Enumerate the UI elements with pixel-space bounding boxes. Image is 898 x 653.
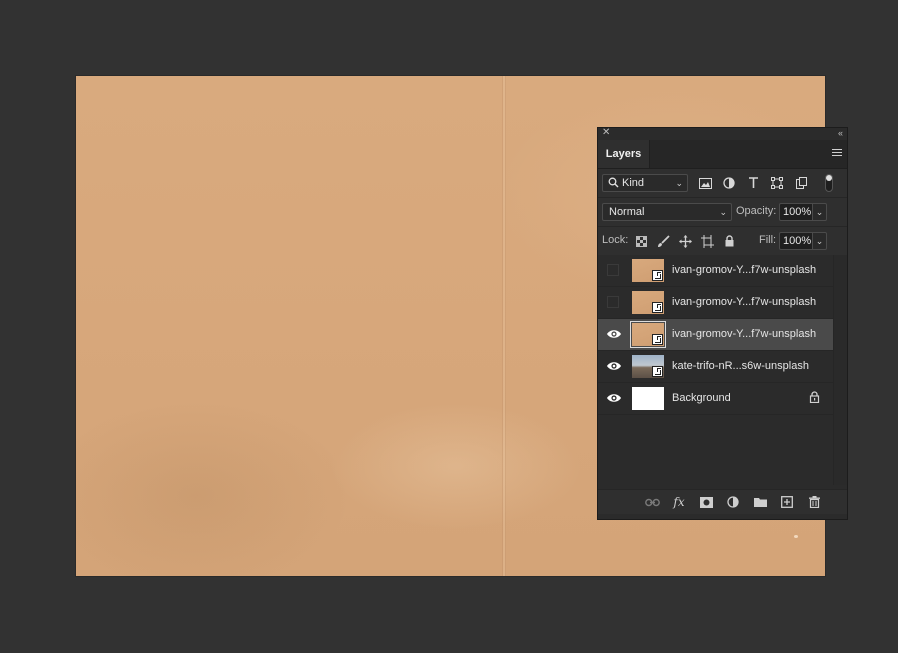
- lock-icon: [809, 391, 820, 403]
- lock-label: Lock:: [602, 234, 629, 246]
- layer-name[interactable]: kate-trifo-nR...s6w-unsplash: [672, 360, 809, 372]
- fill-input[interactable]: 100%: [779, 232, 813, 250]
- lock-position-icon[interactable]: [677, 233, 693, 249]
- layer-thumbnail: [632, 355, 664, 378]
- layer-row[interactable]: ivan-gromov-Y...f7w-unsplash: [598, 287, 834, 319]
- visibility-toggle[interactable]: [607, 264, 619, 276]
- layer-row[interactable]: ivan-gromov-Y...f7w-unsplash: [598, 255, 834, 287]
- layer-thumbnail: [632, 259, 664, 282]
- add-mask-icon[interactable]: [698, 494, 714, 510]
- layers-scrollbar[interactable]: [833, 255, 847, 485]
- opacity-input[interactable]: 100%: [779, 203, 813, 221]
- layer-thumbnail: [632, 291, 664, 314]
- smart-object-badge-icon: [652, 366, 663, 377]
- lock-all-icon[interactable]: [721, 233, 737, 249]
- layer-name[interactable]: ivan-gromov-Y...f7w-unsplash: [672, 296, 816, 308]
- layer-thumbnail: [630, 321, 666, 348]
- chevron-down-icon: ⌄: [675, 178, 683, 188]
- blend-mode-select[interactable]: Normal ⌄: [602, 203, 732, 221]
- fill-label: Fill:: [759, 234, 777, 246]
- tab-layers[interactable]: Layers: [598, 140, 650, 168]
- visibility-toggle[interactable]: [607, 296, 619, 308]
- collapse-icon[interactable]: ‹‹: [838, 127, 843, 139]
- filter-row: Kind ⌄: [598, 169, 847, 198]
- smart-object-badge-icon: [652, 302, 663, 313]
- layers-list: ivan-gromov-Y...f7w-unsplash ivan-gromov…: [598, 255, 834, 485]
- new-adjustment-layer-icon[interactable]: [725, 494, 741, 510]
- new-layer-icon[interactable]: [779, 494, 795, 510]
- filter-kind-select[interactable]: Kind ⌄: [602, 174, 688, 192]
- layer-name[interactable]: Background: [672, 392, 731, 404]
- chevron-down-icon: ⌄: [719, 207, 727, 217]
- panel-menu-icon[interactable]: [832, 149, 842, 158]
- layers-panel: ✕ ‹‹ Layers Kind ⌄ Normal ⌄ Opacity: 100…: [597, 127, 848, 520]
- layers-bottom-toolbar: fx: [598, 489, 847, 514]
- panel-topbar: ✕ ‹‹: [598, 127, 847, 140]
- fx-icon[interactable]: fx: [671, 494, 687, 510]
- eye-icon[interactable]: [606, 327, 622, 341]
- trash-icon[interactable]: [806, 494, 822, 510]
- fill-chevron-icon[interactable]: ⌄: [813, 232, 827, 250]
- eye-icon[interactable]: [606, 359, 622, 373]
- filter-toggle-switch[interactable]: [825, 174, 833, 192]
- close-icon[interactable]: ✕: [602, 127, 610, 139]
- search-icon: [608, 177, 619, 188]
- layer-row-selected[interactable]: ivan-gromov-Y...f7w-unsplash: [598, 319, 834, 351]
- link-layers-icon[interactable]: [644, 494, 660, 510]
- lock-artboard-icon[interactable]: [699, 233, 715, 249]
- smart-object-badge-icon: [652, 270, 663, 281]
- blend-mode-value: Normal: [609, 206, 645, 218]
- opacity-label: Opacity:: [736, 205, 777, 217]
- image-filter-icon[interactable]: [696, 175, 714, 191]
- shape-filter-icon[interactable]: [768, 175, 786, 191]
- paper-fold: [502, 76, 506, 576]
- lock-transparent-pixels-icon[interactable]: [633, 233, 649, 249]
- type-filter-icon[interactable]: [744, 175, 762, 191]
- layer-name[interactable]: ivan-gromov-Y...f7w-unsplash: [672, 328, 816, 340]
- lock-image-pixels-icon[interactable]: [655, 233, 671, 249]
- adjustment-filter-icon[interactable]: [720, 175, 738, 191]
- layer-row[interactable]: kate-trifo-nR...s6w-unsplash: [598, 351, 834, 383]
- opacity-chevron-icon[interactable]: ⌄: [813, 203, 827, 221]
- lock-row: Lock: Fill: 100% ⌄: [598, 227, 847, 256]
- layer-name[interactable]: ivan-gromov-Y...f7w-unsplash: [672, 264, 816, 276]
- layer-thumbnail: [632, 387, 664, 410]
- new-group-folder-icon[interactable]: [752, 494, 768, 510]
- smart-object-filter-icon[interactable]: [792, 175, 810, 191]
- eye-icon[interactable]: [606, 391, 622, 405]
- paper-speck: [794, 535, 798, 538]
- layer-row[interactable]: Background: [598, 383, 834, 415]
- panel-tab-row: Layers: [598, 140, 847, 169]
- filter-kind-label: Kind: [622, 177, 645, 189]
- blend-row: Normal ⌄ Opacity: 100% ⌄: [598, 198, 847, 227]
- smart-object-badge-icon: [652, 334, 663, 345]
